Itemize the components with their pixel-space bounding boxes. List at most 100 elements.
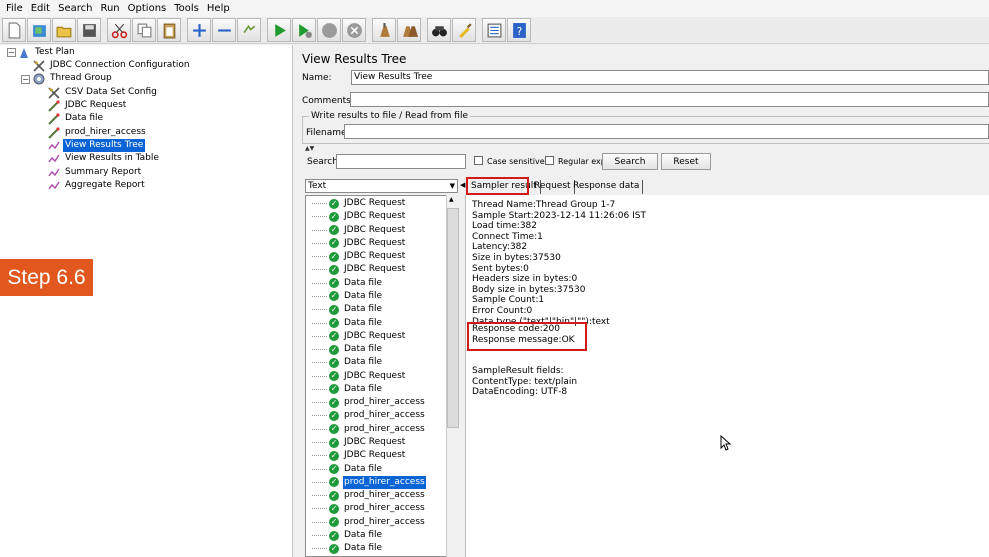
result-item[interactable]: ✓ Data file: [306, 383, 383, 396]
detail-sample-start: Sample Start:2023-12-14 11:26:06 IST: [472, 210, 646, 221]
splitter-arrows-icon[interactable]: ▲▼: [305, 145, 314, 152]
collapse-toggle-icon[interactable]: −: [7, 48, 16, 57]
result-item[interactable]: ✓ Data file: [306, 542, 383, 555]
regular-exp-checkbox[interactable]: [545, 156, 554, 165]
templates-button[interactable]: [27, 18, 51, 42]
result-item[interactable]: ✓ Data file: [306, 529, 383, 542]
search-input[interactable]: [336, 154, 466, 169]
result-item[interactable]: ✓ Data file: [306, 463, 383, 476]
result-item[interactable]: ✓ JDBC Request: [306, 250, 406, 263]
case-sensitive-label: Case sensitive: [487, 157, 545, 166]
tree-line: [312, 216, 327, 218]
help-button[interactable]: ?: [507, 18, 531, 42]
result-item[interactable]: ✓ Data file: [306, 343, 383, 356]
result-item[interactable]: ✓ JDBC Request: [306, 436, 406, 449]
shutdown-button[interactable]: [342, 18, 366, 42]
tree-node-csv-data-set[interactable]: CSV Data Set Config: [48, 86, 159, 99]
result-item[interactable]: ✓ prod_hirer_access: [306, 396, 426, 409]
tree-node-data-file[interactable]: Data file: [48, 112, 105, 125]
paste-button[interactable]: [157, 18, 181, 42]
result-item[interactable]: ✓ Data file: [306, 303, 383, 316]
menu-help[interactable]: Help: [203, 3, 234, 14]
collapse-button[interactable]: [212, 18, 236, 42]
collapse-toggle-icon[interactable]: −: [21, 75, 30, 84]
copy-button[interactable]: [132, 18, 156, 42]
result-item[interactable]: ✓ prod_hirer_access: [306, 423, 426, 436]
tree-node-summary-report[interactable]: Summary Report: [48, 166, 143, 179]
result-item[interactable]: ✓ Data file: [306, 356, 383, 369]
tree-node-view-results-tree[interactable]: View Results Tree: [48, 139, 146, 152]
cut-button[interactable]: [107, 18, 131, 42]
result-item[interactable]: ✓ Data file: [306, 277, 383, 290]
new-button[interactable]: [2, 18, 26, 42]
result-item-label: Data file: [344, 304, 383, 315]
tree-node-prod-hirer-access[interactable]: prod_hirer_access: [48, 126, 148, 139]
menu-options[interactable]: Options: [124, 3, 171, 14]
tree-node-thread-group[interactable]: Thread Group: [33, 72, 114, 85]
result-item-label: JDBC Request: [344, 251, 406, 262]
tree-node-aggregate-report[interactable]: Aggregate Report: [48, 179, 147, 192]
tree-node-view-results-table[interactable]: View Results in Table: [48, 152, 161, 165]
result-item-label: JDBC Request: [344, 237, 406, 248]
result-item[interactable]: ✓ prod_hirer_access: [306, 409, 426, 422]
new-icon: [8, 22, 20, 38]
collapse-left-arrow-icon[interactable]: ◀: [460, 181, 465, 189]
result-item[interactable]: ✓ JDBC Request: [306, 210, 406, 223]
search-binoculars-icon: [431, 25, 447, 36]
result-item[interactable]: ✓ prod_hirer_access: [306, 489, 426, 502]
check-success-icon: ✓: [329, 211, 339, 222]
result-item-label: JDBC Request: [344, 264, 406, 275]
result-item[interactable]: ✓ JDBC Request: [306, 197, 406, 210]
tree-line: [312, 508, 327, 510]
start-no-pauses-button[interactable]: [292, 18, 316, 42]
toggle-icon: [243, 24, 255, 33]
result-item[interactable]: ✓ JDBC Request: [306, 330, 406, 343]
result-item[interactable]: ✓ JDBC Request: [306, 237, 406, 250]
function-helper-button[interactable]: [482, 18, 506, 42]
menu-run[interactable]: Run: [96, 3, 123, 14]
tab-response-data[interactable]: Response data: [570, 180, 644, 194]
result-item[interactable]: ✓ JDBC Request: [306, 449, 406, 462]
tree-node-jdbc-request[interactable]: JDBC Request: [48, 99, 128, 112]
check-success-icon: ✓: [329, 264, 339, 275]
result-item[interactable]: ✓ JDBC Request: [306, 263, 406, 276]
toggle-button[interactable]: [237, 18, 261, 42]
case-sensitive-checkbox[interactable]: [474, 156, 483, 165]
tree-node-test-plan[interactable]: Test Plan: [18, 46, 77, 59]
menu-search[interactable]: Search: [54, 3, 96, 14]
name-input[interactable]: View Results Tree: [351, 70, 989, 85]
expand-button[interactable]: [187, 18, 211, 42]
open-button[interactable]: [52, 18, 76, 42]
search-button-toolbar[interactable]: [427, 18, 451, 42]
result-item[interactable]: ✓ Data file: [306, 290, 383, 303]
filename-input[interactable]: [344, 124, 989, 139]
reset-search-button[interactable]: [452, 18, 476, 42]
tree-line: [312, 242, 327, 244]
stop-button[interactable]: [317, 18, 341, 42]
scrollbar-thumb[interactable]: [447, 208, 459, 428]
result-item[interactable]: ✓ prod_hirer_access: [306, 502, 426, 515]
renderer-select[interactable]: Text ▼: [305, 179, 458, 193]
reset-search-icon: [458, 22, 472, 38]
tab-request[interactable]: Request: [531, 180, 575, 194]
menu-tools[interactable]: Tools: [170, 3, 203, 14]
comments-input[interactable]: [350, 92, 989, 107]
result-item[interactable]: ✓ prod_hirer_access: [306, 475, 426, 489]
result-item[interactable]: ✓ Data file: [306, 317, 383, 330]
detail-body-size: Body size in bytes:37530: [472, 284, 586, 295]
reset-button[interactable]: Reset: [661, 153, 711, 170]
scroll-up-arrow-icon[interactable]: ▲: [449, 196, 454, 203]
result-item[interactable]: ✓ JDBC Request: [306, 370, 406, 383]
start-button[interactable]: [267, 18, 291, 42]
result-item-label: prod_hirer_access: [344, 397, 425, 408]
result-item[interactable]: ✓ prod_hirer_access: [306, 516, 426, 529]
menu-edit[interactable]: Edit: [27, 3, 54, 14]
regular-exp-label: Regular exp.: [558, 157, 609, 166]
clear-all-button[interactable]: [397, 18, 421, 42]
save-button[interactable]: [77, 18, 101, 42]
tree-node-jdbc-connection[interactable]: JDBC Connection Configuration: [33, 59, 192, 72]
menu-file[interactable]: File: [2, 3, 27, 14]
result-item[interactable]: ✓ JDBC Request: [306, 224, 406, 237]
clear-button[interactable]: [372, 18, 396, 42]
search-button[interactable]: Search: [602, 153, 658, 170]
